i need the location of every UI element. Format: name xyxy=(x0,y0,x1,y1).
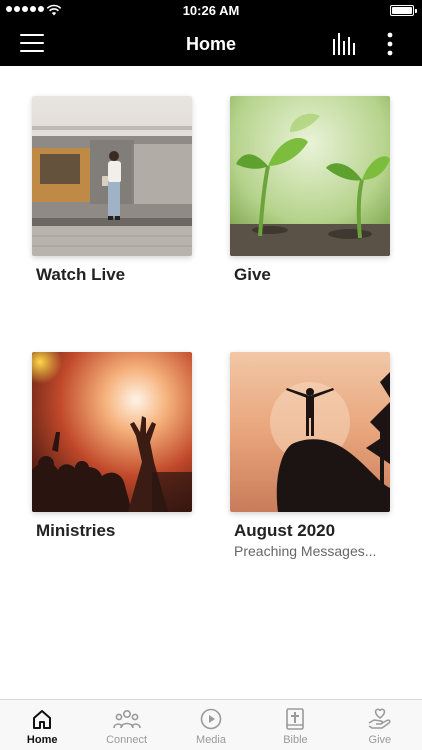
august-2020-label: August 2020 xyxy=(234,521,336,540)
august-2020-sublabel: Preaching Messages... xyxy=(234,543,377,559)
top-navigation-bar: Home xyxy=(0,22,422,66)
page-title: Home xyxy=(185,34,236,54)
tab-media[interactable]: Media xyxy=(169,700,253,750)
bottom-tab-bar: Home Connect Media Bible Give xyxy=(0,699,422,750)
ministries-image xyxy=(32,352,192,512)
status-time: 10:26 AM xyxy=(182,3,240,18)
tab-give-label: Give xyxy=(368,734,392,746)
tab-connect[interactable]: Connect xyxy=(84,700,168,750)
tab-connect-label: Connect xyxy=(106,734,148,746)
tab-media-label: Media xyxy=(196,734,226,746)
give-label: Give xyxy=(234,265,271,284)
battery-icon xyxy=(390,5,417,16)
tab-home-label: Home xyxy=(26,734,58,746)
ministries-label: Ministries xyxy=(36,521,116,540)
audio-bars-icon[interactable] xyxy=(332,33,356,55)
home-icon xyxy=(33,710,52,729)
give-tile[interactable]: Give xyxy=(230,96,390,285)
tab-home[interactable]: Home xyxy=(0,700,84,750)
watch-live-label: Watch Live xyxy=(36,265,126,284)
ministries-tile[interactable]: Ministries xyxy=(32,352,192,541)
tab-bible-label: Bible xyxy=(283,734,308,746)
people-icon xyxy=(112,709,141,729)
august-2020-tile[interactable]: August 2020 Preaching Messages... xyxy=(230,352,390,559)
give-image xyxy=(230,96,390,256)
tab-bible[interactable]: Bible xyxy=(253,700,337,750)
play-circle-icon xyxy=(200,708,222,730)
more-options-icon[interactable] xyxy=(380,32,400,56)
hand-heart-icon xyxy=(368,708,391,729)
watch-live-tile[interactable]: Watch Live xyxy=(32,96,192,285)
tab-give[interactable]: Give xyxy=(338,700,422,750)
watch-live-image xyxy=(32,96,192,256)
bible-icon xyxy=(286,708,305,730)
august-2020-image xyxy=(230,352,390,512)
status-bar: 10:26 AM xyxy=(0,0,422,22)
